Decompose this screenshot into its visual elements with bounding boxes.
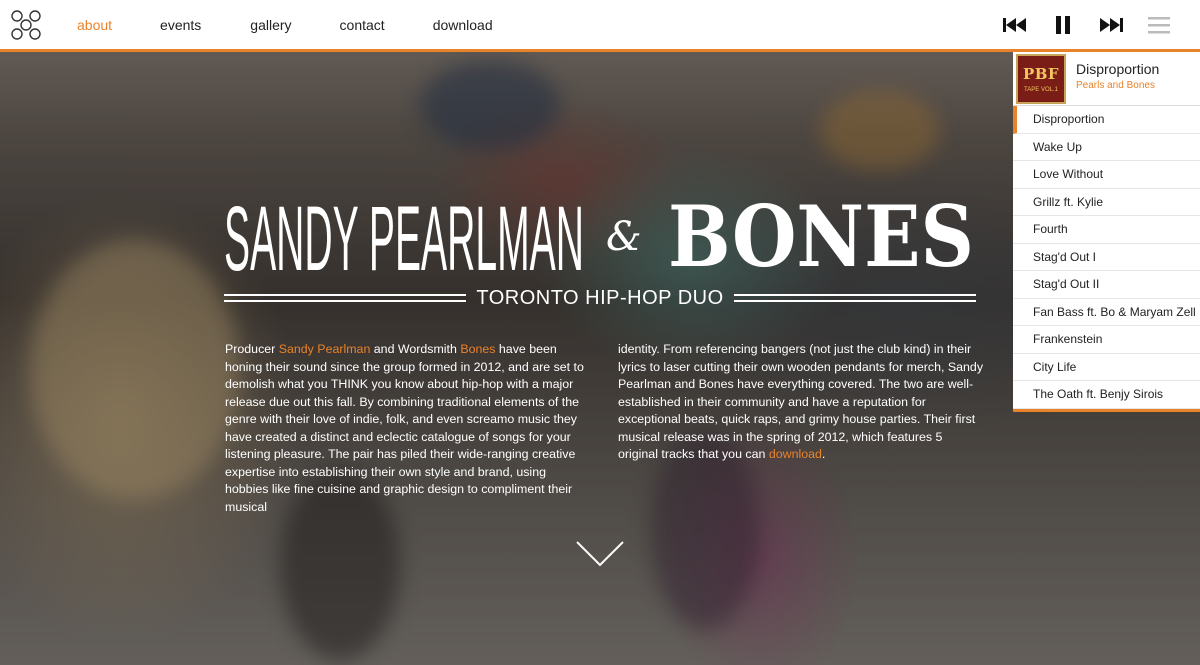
about-column-1: Producer Sandy Pearlman and Wordsmith Bo… — [225, 341, 592, 516]
hero-subtitle: TORONTO HIP-HOP DUO — [224, 286, 976, 310]
nav-about[interactable]: about — [77, 17, 112, 33]
link-download[interactable]: download — [769, 447, 822, 461]
next-track-icon[interactable] — [1098, 12, 1124, 38]
top-bar: about events gallery contact download — [0, 0, 1200, 52]
nav-gallery[interactable]: gallery — [250, 17, 291, 33]
cover-title: PBF — [1022, 65, 1060, 83]
about-text-span: and Wordsmith — [370, 342, 461, 356]
about-text-span: have been honing their sound since the g… — [225, 342, 584, 514]
track-item[interactable]: Stag'd Out I — [1013, 244, 1200, 271]
nav-contact[interactable]: contact — [340, 17, 385, 33]
track-item[interactable]: The Oath ft. Benjy Sirois — [1013, 381, 1200, 409]
about-column-2: identity. From referencing bangers (not … — [618, 341, 985, 516]
track-item[interactable]: Grillz ft. Kylie — [1013, 189, 1200, 216]
track-item[interactable]: Frankenstein — [1013, 326, 1200, 354]
about-text-span: identity. From referencing bangers (not … — [618, 342, 984, 461]
cover-subtitle: TAPE VOL.1 — [1024, 87, 1058, 93]
track-item[interactable]: Fan Bass ft. Bo & Maryam Zell — [1013, 299, 1200, 326]
about-text: Producer Sandy Pearlman and Wordsmith Bo… — [225, 341, 985, 516]
track-item[interactable]: Wake Up — [1013, 134, 1200, 161]
pause-icon[interactable] — [1050, 12, 1076, 38]
album-cover: PBF TAPE VOL.1 — [1016, 54, 1066, 104]
menu-icon[interactable] — [1146, 12, 1172, 38]
track-item[interactable]: Disproportion — [1013, 106, 1200, 134]
link-sandy-pearlman[interactable]: Sandy Pearlman — [279, 342, 371, 356]
subtitle-text: TORONTO HIP-HOP DUO — [476, 286, 724, 309]
now-playing: PBF TAPE VOL.1 Disproportion Pearls and … — [1013, 52, 1200, 106]
track-item[interactable]: City Life — [1013, 354, 1200, 381]
track-item[interactable]: Love Without — [1013, 161, 1200, 189]
main-nav: about events gallery contact download — [60, 0, 493, 50]
about-text-span: . — [821, 447, 826, 461]
track-item[interactable]: Fourth — [1013, 216, 1200, 244]
title-bones: BONES — [668, 187, 974, 278]
scroll-down-chevron-icon[interactable] — [576, 540, 624, 568]
nav-events[interactable]: events — [160, 17, 201, 33]
track-item[interactable]: Stag'd Out II — [1013, 271, 1200, 299]
track-list: Disproportion Wake Up Love Without Grillz f… — [1013, 106, 1200, 409]
title-ampersand: & — [606, 214, 642, 260]
playlist-panel: PBF TAPE VOL.1 Disproportion Pearls and … — [1013, 52, 1200, 412]
now-playing-artist[interactable]: Pearls and Bones — [1076, 80, 1155, 91]
subtitle-rule-right — [733, 294, 976, 302]
title-sandy-pearlman: SANDY PEARLMAN — [224, 188, 584, 278]
now-playing-title: Disproportion — [1076, 61, 1160, 77]
player-controls — [1002, 0, 1172, 50]
logo-icon[interactable] — [9, 8, 43, 42]
previous-track-icon[interactable] — [1002, 12, 1028, 38]
nav-download[interactable]: download — [433, 17, 493, 33]
about-text-span: Producer — [225, 342, 279, 356]
link-bones[interactable]: Bones — [460, 342, 495, 356]
hero-title: SANDY PEARLMAN & BONES — [224, 187, 974, 278]
subtitle-rule-left — [224, 294, 467, 302]
